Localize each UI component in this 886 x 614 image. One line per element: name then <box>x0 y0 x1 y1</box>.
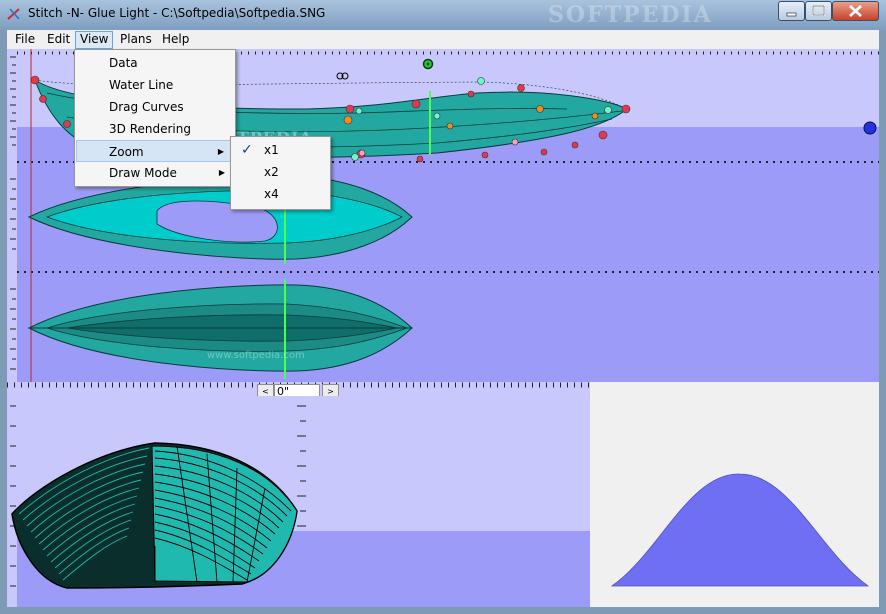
control-point[interactable] <box>411 99 421 109</box>
zoom-x4[interactable]: x4 <box>232 183 328 205</box>
control-point[interactable] <box>621 104 631 114</box>
control-point[interactable] <box>355 107 363 115</box>
zoom-x4-label: x4 <box>264 187 279 201</box>
maximize-button[interactable] <box>805 1 832 21</box>
scroll-handle[interactable] <box>863 121 877 135</box>
control-point[interactable] <box>63 120 71 128</box>
menu-item-zoom[interactable]: Zoom ▶ <box>76 140 233 162</box>
zoom-x1[interactable]: ✓ x1 <box>232 139 328 161</box>
control-point[interactable] <box>345 104 355 114</box>
titlebar-watermark: SOFTPEDIA <box>548 2 713 28</box>
menu-edit[interactable]: Edit <box>43 31 74 47</box>
maximize-icon <box>812 5 825 16</box>
control-point[interactable] <box>351 153 359 161</box>
control-point[interactable] <box>604 106 612 114</box>
submenu-arrow-icon: ▶ <box>218 168 225 177</box>
control-point[interactable] <box>481 151 489 159</box>
control-point[interactable] <box>540 148 548 156</box>
submenu-arrow-icon: ▶ <box>217 147 224 156</box>
control-point[interactable] <box>358 149 366 157</box>
close-button[interactable] <box>832 1 879 21</box>
minimize-button[interactable] <box>778 1 805 21</box>
menu-bar: File Edit View Plans Help <box>7 30 879 49</box>
menu-item-water-line-label: Water Line <box>109 78 174 92</box>
control-point[interactable] <box>39 95 47 103</box>
menu-view[interactable]: View <box>75 31 114 49</box>
overlay-watermark-url: www.softpedia.com <box>207 350 305 361</box>
menu-item-drag-curves[interactable]: Drag Curves <box>76 96 233 118</box>
menu-item-draw-mode[interactable]: Draw Mode ▶ <box>76 162 233 184</box>
control-point[interactable] <box>446 122 454 130</box>
menu-item-data[interactable]: Data <box>76 52 233 74</box>
zoom-x1-label: x1 <box>264 143 279 157</box>
minimize-icon <box>786 12 797 17</box>
menu-item-3d-rendering[interactable]: 3D Rendering <box>76 118 233 140</box>
menu-item-draw-mode-label: Draw Mode <box>109 166 177 180</box>
window-title: Stitch -N- Glue Light - C:\Softpedia\Sof… <box>28 6 326 20</box>
view-menu-dropdown: Data Water Line Drag Curves 3D Rendering… <box>74 49 236 187</box>
zoom-x2-label: x2 <box>264 165 279 179</box>
control-point[interactable] <box>416 155 424 163</box>
menu-plans[interactable]: Plans <box>116 31 156 47</box>
menu-item-3d-rendering-label: 3D Rendering <box>109 122 191 136</box>
checkmark-icon: ✓ <box>241 142 253 158</box>
control-point[interactable] <box>591 112 599 120</box>
menu-item-drag-curves-label: Drag Curves <box>109 100 184 114</box>
control-point[interactable] <box>30 75 40 85</box>
title-bar: Stitch -N- Glue Light - C:\Softpedia\Sof… <box>0 0 886 30</box>
menu-help[interactable]: Help <box>158 31 193 47</box>
control-point[interactable] <box>343 115 353 125</box>
section-view-pane[interactable] <box>590 382 879 607</box>
control-point[interactable] <box>598 130 608 140</box>
menu-item-zoom-label: Zoom <box>109 145 144 159</box>
control-point[interactable] <box>511 138 519 146</box>
control-point[interactable] <box>517 84 525 92</box>
menu-item-data-label: Data <box>109 56 138 70</box>
close-icon <box>849 5 862 17</box>
menu-file[interactable]: File <box>11 31 39 47</box>
control-point[interactable] <box>571 141 579 149</box>
menu-item-water-line[interactable]: Water Line <box>76 74 233 96</box>
control-point[interactable] <box>433 112 441 120</box>
zoom-submenu: ✓ x1 x2 x4 <box>230 136 331 210</box>
zoom-x2[interactable]: x2 <box>232 161 328 183</box>
control-point[interactable] <box>477 77 485 85</box>
3d-rendering-pane[interactable] <box>7 396 590 607</box>
control-point[interactable] <box>536 105 544 113</box>
app-icon <box>7 8 20 20</box>
control-point[interactable] <box>467 90 475 98</box>
